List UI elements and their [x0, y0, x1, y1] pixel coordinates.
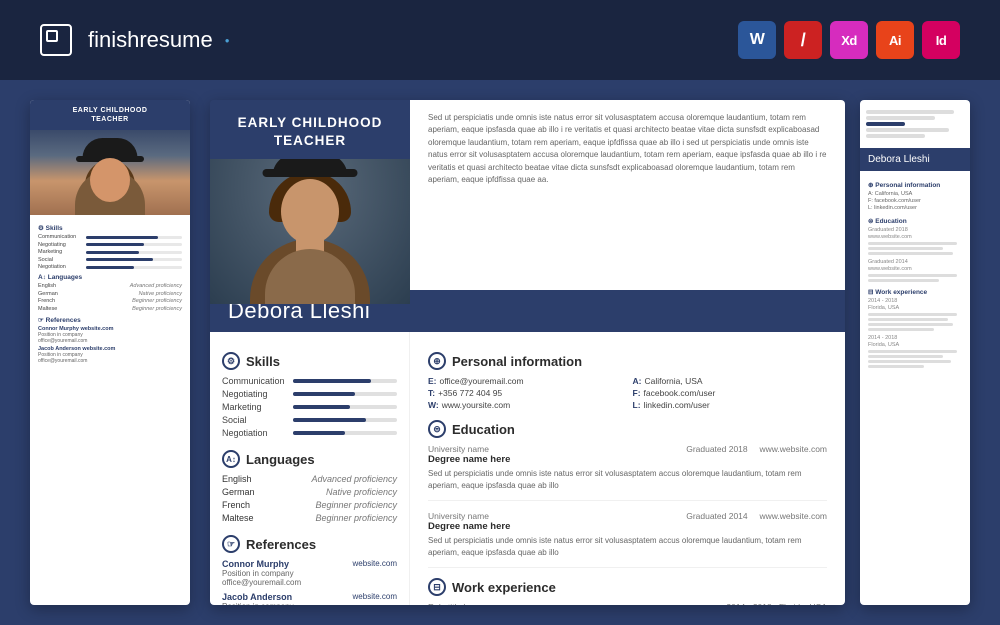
small-resume-card: EARLY CHILDHOODTEACHER ⚙ Skills Communic…: [30, 100, 190, 605]
skills-icon: ⚙: [222, 352, 240, 370]
skill-communication: Communication: [222, 376, 397, 386]
logo-dot: ●: [225, 36, 230, 45]
email-info: E: office@youremail.com: [428, 376, 623, 386]
skill-negotiating: Negotiating: [222, 389, 397, 399]
edu-item-2: University name Graduated 2014 www.websi…: [428, 511, 827, 568]
skills-heading: ⚙ Skills: [222, 352, 397, 370]
small-skills-heading: ⚙ Skills: [38, 224, 182, 232]
small-lang-english: EnglishAdvanced proficiency: [38, 283, 182, 289]
resume-body: ⚙ Skills Communication Negotiating Marke…: [210, 332, 845, 605]
logo-text: finishresume: [88, 27, 213, 53]
small-lang-french: FrenchBeginner proficiency: [38, 298, 182, 304]
small-skill-negotiation: Negotiation: [38, 264, 182, 270]
ref-connor: Connor Murphy website.com Position in co…: [222, 559, 397, 587]
resume-left-column: ⚙ Skills Communication Negotiating Marke…: [210, 332, 410, 605]
lang-french: FrenchBeginner proficiency: [222, 500, 397, 510]
third-resume-panel: Debora Lleshi ⊕ Personal information A: …: [860, 100, 970, 605]
small-skill-negotiating: Negotiating: [38, 242, 182, 248]
header: finishresume ● W / Xd Ai Id: [0, 0, 1000, 80]
languages-heading: A↕ Languages: [222, 450, 397, 468]
skill-social: Social: [222, 415, 397, 425]
small-card-content: ⚙ Skills Communication Negotiating Marke…: [30, 215, 190, 371]
edu-item-1: University name Graduated 2018 www.websi…: [428, 444, 827, 501]
references-heading: ☞ References: [222, 535, 397, 553]
small-card-title: EARLY CHILDHOODTEACHER: [30, 100, 190, 130]
format-ai-icon[interactable]: Ai: [876, 21, 914, 59]
resume-right-column: ⊕ Personal information E: office@yourema…: [410, 332, 845, 605]
education-heading: ⊜ Education: [428, 420, 827, 438]
small-skill-marketing: Marketing: [38, 249, 182, 255]
website-info: W: www.yoursite.com: [428, 400, 623, 410]
resume-title: EARLY CHILDHOOD TEACHER: [210, 100, 410, 159]
small-skill-communication: Communication: [38, 234, 182, 240]
lang-maltese: MalteseBeginner proficiency: [222, 513, 397, 523]
format-xd-icon[interactable]: Xd: [830, 21, 868, 59]
third-panel-name: Debora Lleshi: [860, 148, 970, 171]
ref-jacob: Jacob Anderson website.com Position in c…: [222, 592, 397, 605]
main-area: EARLY CHILDHOODTEACHER ⚙ Skills Communic…: [0, 80, 1000, 625]
format-slash-icon[interactable]: /: [784, 21, 822, 59]
logo-icon: [40, 24, 72, 56]
small-skill-social: Social: [38, 257, 182, 263]
small-ref-2: Jacob Anderson website.com Position in c…: [38, 346, 182, 364]
work-experience-icon: ⊟: [428, 578, 446, 596]
personal-info-heading: ⊕ Personal information: [428, 352, 827, 370]
small-languages-heading: A↕ Languages: [38, 274, 182, 281]
skill-negotiation: Negotiation: [222, 428, 397, 438]
format-word-icon[interactable]: W: [738, 21, 776, 59]
skill-marketing: Marketing: [222, 402, 397, 412]
phone-info: T: +356 772 404 95: [428, 388, 623, 398]
personal-info-grid: E: office@youremail.com A: California, U…: [428, 376, 827, 410]
main-resume: EARLY CHILDHOOD TEACHER: [210, 100, 845, 605]
resume-tagline: Sed ut perspiciatis unde omnis iste natu…: [410, 100, 845, 290]
format-icons: W / Xd Ai Id: [738, 21, 960, 59]
languages-icon: A↕: [222, 450, 240, 468]
small-lang-german: GermanNative proficiency: [38, 291, 182, 297]
education-icon: ⊜: [428, 420, 446, 438]
small-ref-1: Connor Murphy website.com Position in co…: [38, 326, 182, 344]
lang-english: EnglishAdvanced proficiency: [222, 474, 397, 484]
resume-photo-column: EARLY CHILDHOOD TEACHER: [210, 100, 410, 290]
facebook-info: F: facebook.com/user: [633, 388, 828, 398]
small-references-heading: ☞ References: [38, 316, 182, 324]
personal-info-icon: ⊕: [428, 352, 446, 370]
format-id-icon[interactable]: Id: [922, 21, 960, 59]
references-icon: ☞: [222, 535, 240, 553]
resume-photo: [210, 159, 410, 304]
logo-area: finishresume ●: [40, 24, 230, 56]
work-item-1: Role title here 2014 - 2018 Florida, USA…: [428, 602, 827, 605]
small-card-photo: [30, 130, 190, 215]
address-info: A: California, USA: [633, 376, 828, 386]
linkedin-info: L: linkedin.com/user: [633, 400, 828, 410]
small-lang-maltese: MalteseBeginner proficiency: [38, 306, 182, 312]
work-experience-heading: ⊟ Work experience: [428, 578, 827, 596]
resume-top-section: EARLY CHILDHOOD TEACHER: [210, 100, 845, 290]
lang-german: GermanNative proficiency: [222, 487, 397, 497]
